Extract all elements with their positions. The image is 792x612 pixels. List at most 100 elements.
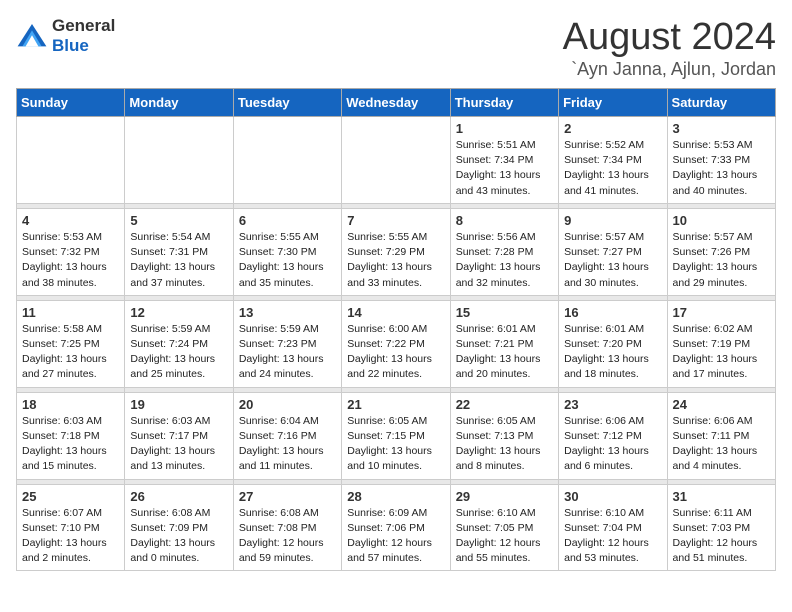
day-number: 8 [456,213,553,228]
day-number: 6 [239,213,336,228]
day-number: 11 [22,305,119,320]
day-number: 27 [239,489,336,504]
table-row: 14Sunrise: 6:00 AM Sunset: 7:22 PM Dayli… [342,300,450,387]
col-wednesday: Wednesday [342,89,450,117]
day-info: Sunrise: 5:59 AM Sunset: 7:24 PM Dayligh… [130,322,227,383]
title-block: August 2024 `Ayn Janna, Ajlun, Jordan [563,16,776,80]
calendar-week-row: 18 Sunrise: 6:03 AM Sunset: 7:18 PM Dayli… [17,392,776,479]
day-info: Sunrise: 5:53 AM Sunset: 7:32 PM Dayligh… [22,230,119,291]
day-info: Sunrise: 5:52 AM Sunset: 7:34 PM Dayligh… [564,138,661,199]
table-row: 13 Sunrise: 5:59 AM Sunset: 7:23 PM Dayli… [233,300,341,387]
table-row [17,117,125,204]
table-row: 7 Sunrise: 5:55 AM Sunset: 7:29 PM Daylig… [342,208,450,295]
table-row [342,117,450,204]
table-row: 17 Sunrise: 6:02 AM Sunset: 7:19 PM Dayli… [667,300,775,387]
day-info: Sunrise: 6:09 AM Sunset: 7:06 PM Dayligh… [347,506,444,567]
col-thursday: Thursday [450,89,558,117]
table-row: 18 Sunrise: 6:03 AM Sunset: 7:18 PM Dayli… [17,392,125,479]
table-row [125,117,233,204]
day-number: 22 [456,397,553,412]
table-row: 25 Sunrise: 6:07 AM Sunset: 7:10 PM Dayli… [17,484,125,571]
table-row: 1 Sunrise: 5:51 AM Sunset: 7:34 PM Daylig… [450,117,558,204]
day-info: Sunrise: 6:11 AM Sunset: 7:03 PM Dayligh… [673,506,770,567]
day-number: 2 [564,121,661,136]
table-row: 22 Sunrise: 6:05 AM Sunset: 7:13 PM Dayli… [450,392,558,479]
day-number: 4 [22,213,119,228]
page-header: General Blue August 2024 `Ayn Janna, Ajl… [16,16,776,80]
col-sunday: Sunday [17,89,125,117]
table-row: 24Sunrise: 6:06 AM Sunset: 7:11 PM Dayli… [667,392,775,479]
day-info: Sunrise: 6:01 AM Sunset: 7:21 PM Dayligh… [456,322,553,383]
table-row [233,117,341,204]
calendar-week-row: 4 Sunrise: 5:53 AM Sunset: 7:32 PM Daylig… [17,208,776,295]
day-info: Sunrise: 6:03 AM Sunset: 7:17 PM Dayligh… [130,414,227,475]
day-number: 25 [22,489,119,504]
table-row: 19Sunrise: 6:03 AM Sunset: 7:17 PM Dayli… [125,392,233,479]
day-number: 7 [347,213,444,228]
day-number: 15 [456,305,553,320]
day-number: 17 [673,305,770,320]
day-info: Sunrise: 5:57 AM Sunset: 7:26 PM Dayligh… [673,230,770,291]
day-number: 30 [564,489,661,504]
day-number: 23 [564,397,661,412]
day-info: Sunrise: 5:54 AM Sunset: 7:31 PM Dayligh… [130,230,227,291]
day-info: Sunrise: 5:51 AM Sunset: 7:34 PM Dayligh… [456,138,553,199]
table-row: 3 Sunrise: 5:53 AM Sunset: 7:33 PM Daylig… [667,117,775,204]
table-row: 16 Sunrise: 6:01 AM Sunset: 7:20 PM Dayli… [559,300,667,387]
table-row: 28 Sunrise: 6:09 AM Sunset: 7:06 PM Dayli… [342,484,450,571]
location-title: `Ayn Janna, Ajlun, Jordan [563,59,776,80]
calendar-header-row: Sunday Monday Tuesday Wednesday Thursday… [17,89,776,117]
day-number: 5 [130,213,227,228]
day-info: Sunrise: 6:07 AM Sunset: 7:10 PM Dayligh… [22,506,119,567]
table-row: 6Sunrise: 5:55 AM Sunset: 7:30 PM Daylig… [233,208,341,295]
day-number: 1 [456,121,553,136]
day-info: Sunrise: 6:00 AM Sunset: 7:22 PM Dayligh… [347,322,444,383]
col-friday: Friday [559,89,667,117]
calendar-week-row: 11 Sunrise: 5:58 AM Sunset: 7:25 PM Dayli… [17,300,776,387]
day-number: 29 [456,489,553,504]
logo-blue: Blue [52,36,89,55]
table-row: 30 Sunrise: 6:10 AM Sunset: 7:04 PM Dayli… [559,484,667,571]
day-info: Sunrise: 5:58 AM Sunset: 7:25 PM Dayligh… [22,322,119,383]
day-info: Sunrise: 6:03 AM Sunset: 7:18 PM Dayligh… [22,414,119,475]
table-row: 5 Sunrise: 5:54 AM Sunset: 7:31 PM Daylig… [125,208,233,295]
day-info: Sunrise: 5:59 AM Sunset: 7:23 PM Dayligh… [239,322,336,383]
day-info: Sunrise: 6:05 AM Sunset: 7:13 PM Dayligh… [456,414,553,475]
day-info: Sunrise: 6:02 AM Sunset: 7:19 PM Dayligh… [673,322,770,383]
table-row: 9 Sunrise: 5:57 AM Sunset: 7:27 PM Daylig… [559,208,667,295]
day-number: 31 [673,489,770,504]
logo: General Blue [16,16,115,56]
day-info: Sunrise: 6:01 AM Sunset: 7:20 PM Dayligh… [564,322,661,383]
day-info: Sunrise: 6:08 AM Sunset: 7:09 PM Dayligh… [130,506,227,567]
day-info: Sunrise: 5:55 AM Sunset: 7:29 PM Dayligh… [347,230,444,291]
day-number: 18 [22,397,119,412]
table-row: 12Sunrise: 5:59 AM Sunset: 7:24 PM Dayli… [125,300,233,387]
month-title: August 2024 [563,16,776,59]
day-number: 13 [239,305,336,320]
table-row: 20 Sunrise: 6:04 AM Sunset: 7:16 PM Dayli… [233,392,341,479]
day-number: 20 [239,397,336,412]
day-info: Sunrise: 6:04 AM Sunset: 7:16 PM Dayligh… [239,414,336,475]
table-row: 11 Sunrise: 5:58 AM Sunset: 7:25 PM Dayli… [17,300,125,387]
day-number: 28 [347,489,444,504]
day-number: 21 [347,397,444,412]
table-row: 15 Sunrise: 6:01 AM Sunset: 7:21 PM Dayli… [450,300,558,387]
day-number: 16 [564,305,661,320]
day-info: Sunrise: 5:53 AM Sunset: 7:33 PM Dayligh… [673,138,770,199]
day-number: 9 [564,213,661,228]
table-row: 8 Sunrise: 5:56 AM Sunset: 7:28 PM Daylig… [450,208,558,295]
day-info: Sunrise: 5:56 AM Sunset: 7:28 PM Dayligh… [456,230,553,291]
col-saturday: Saturday [667,89,775,117]
logo-icon [16,22,48,50]
table-row: 4 Sunrise: 5:53 AM Sunset: 7:32 PM Daylig… [17,208,125,295]
table-row: 29Sunrise: 6:10 AM Sunset: 7:05 PM Dayli… [450,484,558,571]
day-info: Sunrise: 6:10 AM Sunset: 7:04 PM Dayligh… [564,506,661,567]
day-info: Sunrise: 5:57 AM Sunset: 7:27 PM Dayligh… [564,230,661,291]
table-row: 10 Sunrise: 5:57 AM Sunset: 7:26 PM Dayli… [667,208,775,295]
table-row: 26Sunrise: 6:08 AM Sunset: 7:09 PM Dayli… [125,484,233,571]
day-number: 3 [673,121,770,136]
col-tuesday: Tuesday [233,89,341,117]
day-info: Sunrise: 6:08 AM Sunset: 7:08 PM Dayligh… [239,506,336,567]
day-number: 10 [673,213,770,228]
day-number: 24 [673,397,770,412]
